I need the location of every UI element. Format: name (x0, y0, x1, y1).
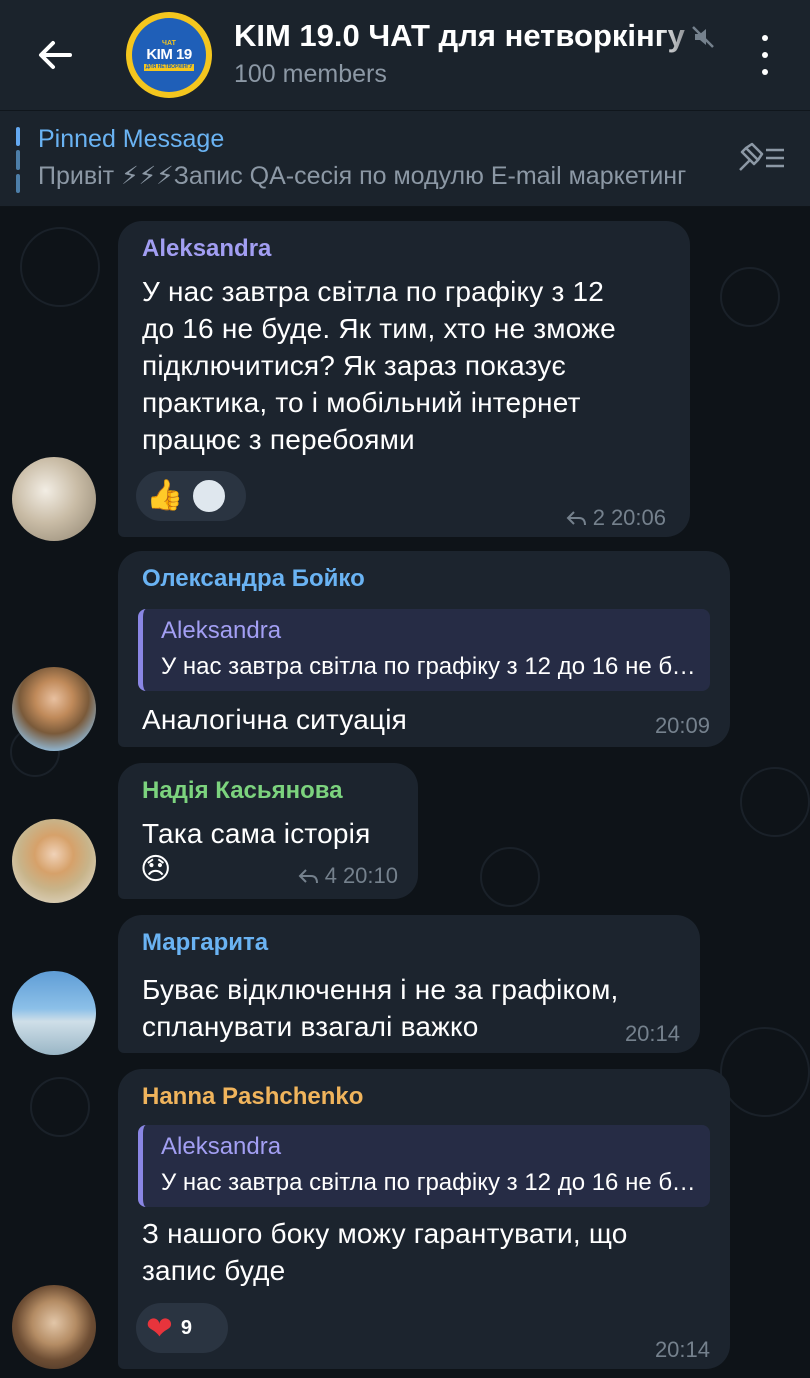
message-text: З нашого боку можу гарантувати, що запис… (142, 1218, 628, 1286)
avatar[interactable] (12, 819, 96, 903)
sender-name[interactable]: Маргарита (142, 929, 268, 957)
message-bubble[interactable]: Надія Касьянова Така сама історія 😞 4 20… (118, 763, 418, 899)
pinned-indicator (16, 127, 20, 193)
sender-name[interactable]: Олександра Бойко (142, 565, 365, 593)
reaction-chip[interactable]: ❤ 9 (136, 1303, 228, 1353)
heart-icon: ❤ (146, 1310, 173, 1346)
sad-face-emoji: 😞 (140, 853, 172, 886)
reply-quote[interactable]: Aleksandra У нас завтра світла по графік… (138, 1125, 710, 1207)
pinned-title: Pinned Message (38, 125, 225, 153)
message-bubble[interactable]: Олександра Бойко Aleksandra У нас завтра… (118, 551, 730, 747)
reaction-chip[interactable]: 👍 (136, 471, 246, 521)
message-list[interactable]: Aleksandra У нас завтра світла по графік… (0, 207, 810, 1378)
member-count: 100 members (234, 60, 387, 88)
chat-header: ЧАТ KIM 19 ДЛЯ НЕТВОРКІНГУ KIM 19.0 ЧАТ … (0, 0, 810, 110)
sender-name[interactable]: Надія Касьянова (142, 777, 343, 805)
avatar[interactable] (12, 457, 96, 541)
more-menu-button[interactable] (748, 30, 782, 80)
quote-text: У нас завтра світла по графіку з 12 до 1… (161, 653, 698, 680)
reply-count-icon (298, 869, 318, 884)
arrow-left-icon (39, 41, 72, 69)
reply-count-icon (566, 511, 586, 526)
sender-name[interactable]: Aleksandra (142, 235, 271, 263)
quote-text: У нас завтра світла по графіку з 12 до 1… (161, 1169, 698, 1196)
reply-quote[interactable]: Aleksandra У нас завтра світла по графік… (138, 609, 710, 691)
message-text: Аналогічна ситуація (142, 704, 408, 735)
message-time: 20:14 (624, 1021, 680, 1046)
pinned-message-bar[interactable]: Pinned Message Привіт ⚡⚡⚡Запис QA-сесія … (0, 110, 810, 206)
chat-title[interactable]: KIM 19.0 ЧАТ для нетворкінгу (234, 18, 714, 54)
message-text: У нас завтра світла по графіку з 12 до 1… (142, 276, 616, 455)
avatar[interactable] (12, 971, 96, 1055)
message-time: 20:09 (654, 713, 710, 738)
message-meta: 4 20:10 (297, 863, 398, 889)
chat-logo: ЧАТ KIM 19 ДЛЯ НЕТВОРКІНГУ (132, 18, 206, 92)
message-text: Така сама історія (142, 818, 371, 849)
avatar[interactable] (12, 1285, 96, 1369)
message-time: 20:14 (654, 1337, 710, 1362)
pin-list-icon[interactable] (736, 140, 788, 174)
message-bubble[interactable]: Aleksandra У нас завтра світла по графік… (118, 221, 690, 537)
sender-name[interactable]: Hanna Pashchenko (142, 1083, 363, 1111)
reactor-avatar (191, 478, 228, 514)
thumbs-up-icon: 👍 (146, 479, 184, 512)
pinned-text: Привіт ⚡⚡⚡Запис QA-сесія по модулю E-mai… (38, 162, 687, 190)
dot-icon (762, 68, 768, 75)
dot-icon (762, 35, 768, 42)
reaction-count: 9 (180, 1316, 192, 1339)
message-bubble[interactable]: Маргарита Буває відключення і не за граф… (118, 915, 700, 1053)
message-bubble[interactable]: Hanna Pashchenko Aleksandra У нас завтра… (118, 1069, 730, 1369)
mute-icon (692, 26, 714, 48)
quote-sender: Aleksandra (161, 617, 282, 644)
message-text: Буває відключення і не за графіком, спла… (142, 974, 619, 1042)
chat-avatar[interactable]: ЧАТ KIM 19 ДЛЯ НЕТВОРКІНГУ (126, 12, 212, 98)
back-button[interactable] (28, 28, 82, 82)
message-meta: 2 20:06 (565, 505, 666, 531)
dot-icon (762, 51, 768, 58)
avatar[interactable] (12, 667, 96, 751)
quote-sender: Aleksandra (161, 1133, 282, 1160)
